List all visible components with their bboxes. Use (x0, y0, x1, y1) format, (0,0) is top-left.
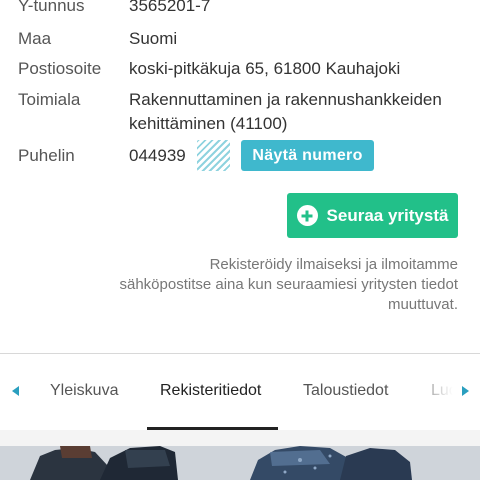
tab-bar: Yleiskuva Rekisteritiedot Taloustiedot L… (0, 354, 480, 430)
company-photo (0, 446, 480, 480)
follow-note: Rekisteröidy ilmaiseksi ja ilmoitamme sä… (119, 256, 458, 313)
business-id-value: 3565201-7 (129, 0, 211, 15)
country-value: Suomi (129, 29, 178, 48)
tab-overview[interactable]: Yleiskuva (50, 382, 118, 400)
plus-circle-icon (296, 205, 318, 226)
country-label: Maa (18, 29, 52, 48)
postal-address-label: Postiosoite (18, 59, 102, 78)
follow-company-button[interactable]: Seuraa yritystä (287, 193, 458, 238)
company-details-page: Y-tunnus 3565201-7 Maa Suomi Postiosoite… (0, 0, 480, 480)
industry-label: Toimiala (18, 90, 81, 109)
caret-left-icon[interactable] (12, 386, 19, 396)
industry-value: Rakennuttaminen ja rakennushankkeiden ke… (129, 90, 442, 133)
tab-financials[interactable]: Taloustiedot (303, 382, 388, 400)
caret-right-icon[interactable] (462, 386, 469, 396)
show-number-button[interactable]: Näytä numero (241, 140, 374, 171)
section-gap (0, 430, 480, 446)
business-id-label: Y-tunnus (18, 0, 85, 15)
phone-label: Puhelin (18, 146, 75, 165)
tab-registry-info[interactable]: Rekisteritiedot (160, 382, 261, 400)
phone-mask-pattern (197, 140, 230, 171)
follow-company-label: Seuraa yritystä (326, 205, 449, 225)
tab-more[interactable]: Luo (431, 382, 458, 400)
photo-illustration (0, 446, 480, 480)
postal-address-value: koski-pitkäkuja 65, 61800 Kauhajoki (129, 59, 401, 78)
